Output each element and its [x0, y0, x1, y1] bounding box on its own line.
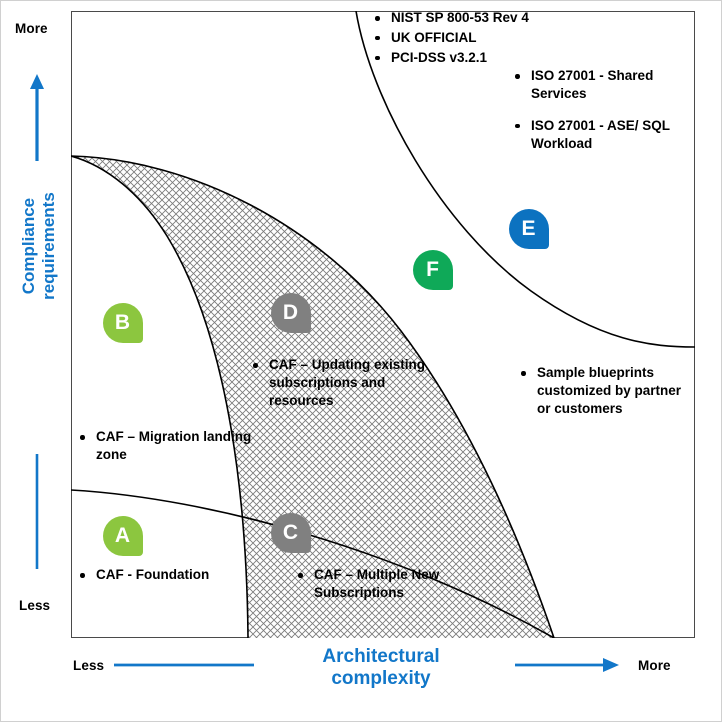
list-item: CAF - Foundation — [76, 566, 236, 584]
y-axis-low-line — [35, 454, 39, 569]
badge-b[interactable]: B — [103, 303, 143, 343]
diagram-page: More Less Compliance requirements Less A… — [0, 0, 722, 722]
badge-a[interactable]: A — [103, 516, 143, 556]
list-item: ISO 27001 - ASE/ SQL Workload — [511, 117, 691, 153]
x-axis-low-label: Less — [73, 658, 105, 673]
note-sample-blueprints: Sample blueprints customized by partner … — [517, 364, 697, 420]
x-axis-title-line1: Architectural — [322, 646, 440, 667]
note-caf-multiple-subscriptions: CAF – Multiple New Subscriptions — [294, 566, 504, 604]
badge-f[interactable]: F — [413, 250, 453, 290]
list-item: NIST SP 800-53 Rev 4 — [371, 9, 631, 27]
x-axis-high-label: More — [638, 658, 671, 673]
badge-c[interactable]: C — [271, 513, 311, 553]
badge-d[interactable]: D — [271, 293, 311, 333]
note-compliance-standards: NIST SP 800-53 Rev 4 UK OFFICIAL PCI-DSS… — [371, 9, 631, 69]
x-axis-title: Architectural complexity — [276, 646, 486, 691]
list-item: CAF – Multiple New Subscriptions — [294, 566, 504, 602]
y-axis-high-label: More — [15, 21, 48, 36]
note-caf-foundation: CAF - Foundation — [76, 566, 236, 586]
y-axis-title-text: Compliance requirements — [18, 192, 58, 300]
note-iso-standards: ISO 27001 - Shared Services ISO 27001 - … — [511, 67, 691, 155]
list-item: Sample blueprints customized by partner … — [517, 364, 697, 418]
y-axis-title: Compliance requirements — [19, 146, 59, 346]
list-item: UK OFFICIAL — [371, 29, 631, 47]
x-axis-title-line2: complexity — [331, 668, 431, 690]
list-item: CAF – Migration landing zone — [76, 428, 256, 464]
list-item: PCI-DSS v3.2.1 — [371, 49, 631, 67]
badge-e[interactable]: E — [509, 209, 549, 249]
list-item: CAF – Updating existing subscriptions an… — [249, 356, 429, 410]
y-axis-low-label: Less — [19, 598, 51, 613]
x-axis-right-arrow — [515, 658, 619, 672]
note-caf-updating: CAF – Updating existing subscriptions an… — [249, 356, 429, 412]
note-caf-migration: CAF – Migration landing zone — [76, 428, 256, 466]
list-item: ISO 27001 - Shared Services — [511, 67, 691, 103]
x-axis-low-line — [114, 663, 254, 667]
